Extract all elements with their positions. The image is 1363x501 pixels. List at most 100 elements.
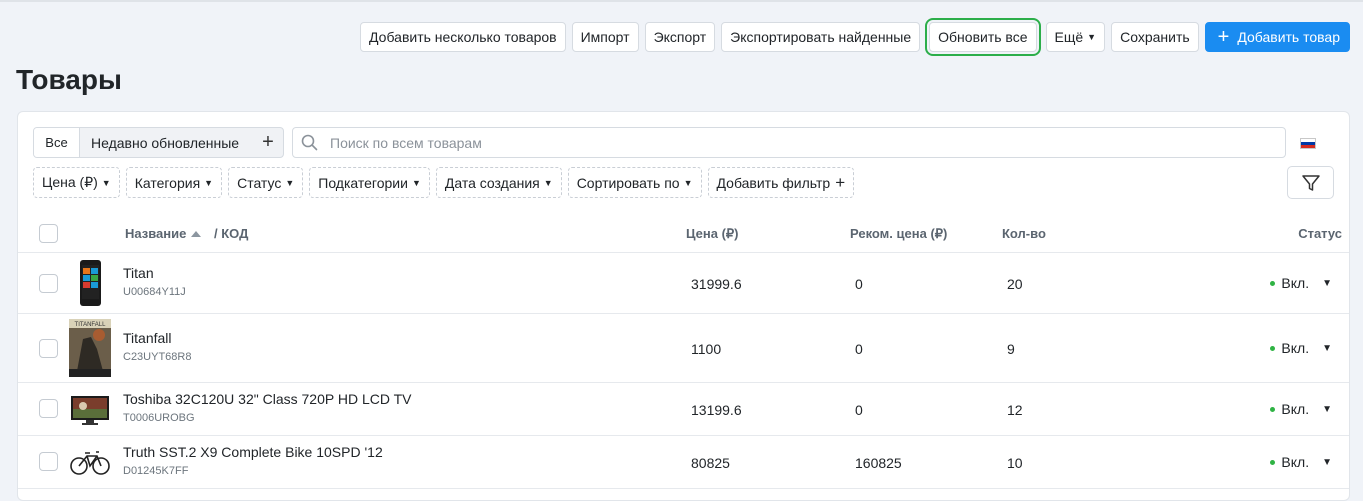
column-qty-header[interactable]: Кол-во bbox=[1002, 226, 1046, 241]
product-thumbnail[interactable] bbox=[69, 389, 111, 429]
product-code: C23UYT68R8 bbox=[123, 351, 192, 363]
funnel-icon bbox=[1301, 174, 1320, 191]
add-product-label: Добавить товар bbox=[1237, 29, 1340, 45]
page-title: Товары bbox=[16, 64, 122, 95]
export-button[interactable]: Экспорт bbox=[644, 22, 716, 52]
flag-stripe-red bbox=[1301, 145, 1315, 148]
status-dot-icon bbox=[1270, 280, 1276, 286]
table-header: Название / КОД Цена (₽) Реком. цена (₽) … bbox=[18, 212, 1349, 253]
row-checkbox[interactable] bbox=[39, 452, 58, 471]
product-rec-price[interactable]: 0 bbox=[855, 341, 863, 357]
chevron-down-icon: ▼ bbox=[411, 177, 421, 188]
filter-category[interactable]: Категория ▼ bbox=[125, 167, 223, 198]
status-label: Вкл. bbox=[1281, 454, 1310, 470]
add-tab-button[interactable]: + bbox=[253, 131, 283, 154]
column-price-header[interactable]: Цена (₽) bbox=[686, 226, 739, 242]
row-checkbox[interactable] bbox=[39, 274, 58, 293]
product-rec-price[interactable]: 160825 bbox=[855, 455, 902, 471]
product-name[interactable]: Titanfall bbox=[123, 330, 172, 346]
products-panel: Все Недавно обновленные + Цена (₽)▼ Кате… bbox=[17, 111, 1350, 501]
sort-by-label: Сортировать по bbox=[576, 174, 680, 191]
product-name[interactable]: Truth SST.2 X9 Complete Bike 10SPD '12 bbox=[123, 444, 383, 460]
view-tabs: Все Недавно обновленные + bbox=[33, 127, 284, 158]
product-name[interactable]: Titan bbox=[123, 265, 154, 281]
advanced-filter-button[interactable] bbox=[1287, 166, 1334, 199]
save-button[interactable]: Сохранить bbox=[1111, 22, 1199, 52]
tab-recently-updated[interactable]: Недавно обновленные bbox=[80, 135, 253, 151]
chevron-down-icon: ▼ bbox=[1087, 32, 1097, 42]
update-all-button[interactable]: Обновить все bbox=[925, 18, 1041, 56]
chevron-down-icon: ▼ bbox=[101, 177, 111, 188]
product-thumbnail[interactable] bbox=[69, 258, 111, 308]
product-name[interactable]: Toshiba 32C120U 32" Class 720P HD LCD TV bbox=[123, 391, 412, 407]
product-code: T0006UROBG bbox=[123, 412, 195, 424]
table-row[interactable]: Truth SST.2 X9 Complete Bike 10SPD '12 D… bbox=[18, 436, 1349, 489]
sort-asc-icon bbox=[191, 231, 202, 237]
product-qty[interactable]: 20 bbox=[1007, 276, 1023, 292]
filter-price[interactable]: Цена (₽) ▼ bbox=[33, 167, 120, 198]
chevron-down-icon: ▼ bbox=[285, 177, 295, 188]
tab-all[interactable]: Все bbox=[34, 128, 80, 157]
add-filter-label: Добавить фильтр bbox=[716, 174, 831, 191]
search-input[interactable] bbox=[328, 133, 1285, 152]
product-qty[interactable]: 9 bbox=[1007, 341, 1015, 357]
select-all-checkbox[interactable] bbox=[39, 224, 58, 243]
chevron-down-icon: ▼ bbox=[204, 177, 214, 188]
product-price[interactable]: 1100 bbox=[691, 341, 721, 357]
chevron-down-icon: ▼ bbox=[1322, 456, 1332, 468]
table-row[interactable]: Toshiba 32C120U 32" Class 720P HD LCD TV… bbox=[18, 383, 1349, 436]
action-toolbar: Добавить несколько товаров Импорт Экспор… bbox=[360, 18, 1350, 56]
column-status-header[interactable]: Статус bbox=[1298, 226, 1342, 241]
status-dropdown[interactable]: Вкл. ▼ bbox=[1270, 454, 1332, 470]
product-price[interactable]: 80825 bbox=[691, 455, 730, 471]
chevron-down-icon: ▼ bbox=[1322, 403, 1332, 415]
language-flag-icon[interactable] bbox=[1300, 138, 1316, 149]
status-label: Вкл. bbox=[1281, 275, 1310, 291]
add-multiple-products-button[interactable]: Добавить несколько товаров bbox=[360, 22, 566, 52]
product-qty[interactable]: 10 bbox=[1007, 455, 1023, 471]
product-rec-price[interactable]: 0 bbox=[855, 276, 863, 292]
product-rec-price[interactable]: 0 bbox=[855, 402, 863, 418]
column-code-header: / КОД bbox=[214, 226, 249, 241]
tv-image bbox=[69, 389, 111, 429]
row-checkbox[interactable] bbox=[39, 339, 58, 358]
chevron-down-icon: ▼ bbox=[1322, 342, 1332, 354]
product-code: U00684Y11J bbox=[123, 286, 186, 298]
product-price[interactable]: 13199.6 bbox=[691, 402, 742, 418]
table-row[interactable]: TITANFALL Titanfall C23UYT68R8 1100 0 9 … bbox=[18, 314, 1349, 383]
column-name-header[interactable]: Название bbox=[125, 226, 202, 241]
add-filter-button[interactable]: Добавить фильтр + bbox=[707, 167, 855, 198]
sort-by-dropdown[interactable]: Сортировать по ▼ bbox=[567, 167, 702, 198]
export-found-button[interactable]: Экспортировать найденные bbox=[721, 22, 921, 52]
status-dot-icon bbox=[1270, 406, 1276, 412]
product-price[interactable]: 31999.6 bbox=[691, 276, 742, 292]
column-rec-price-header[interactable]: Реком. цена (₽) bbox=[850, 226, 947, 242]
filter-created-label: Дата создания bbox=[444, 174, 540, 191]
table-row[interactable]: Titan U00684Y11J 31999.6 0 20 Вкл. ▼ bbox=[18, 253, 1349, 314]
search-icon bbox=[301, 134, 318, 151]
window-top-border bbox=[0, 0, 1363, 2]
filter-subcategories-label: Подкатегории bbox=[318, 174, 408, 191]
filter-subcategories[interactable]: Подкатегории ▼ bbox=[309, 167, 430, 198]
game-cover-image: TITANFALL bbox=[69, 319, 111, 377]
product-qty[interactable]: 12 bbox=[1007, 402, 1023, 418]
status-dropdown[interactable]: Вкл. ▼ bbox=[1270, 275, 1332, 291]
status-label: Вкл. bbox=[1281, 401, 1310, 417]
filter-created-date[interactable]: Дата создания ▼ bbox=[435, 167, 562, 198]
status-dropdown[interactable]: Вкл. ▼ bbox=[1270, 401, 1332, 417]
phone-image bbox=[69, 258, 111, 308]
status-dot-icon bbox=[1270, 345, 1276, 351]
import-button[interactable]: Импорт bbox=[571, 22, 639, 52]
filter-status-label: Статус bbox=[237, 174, 282, 191]
plus-icon: + bbox=[1217, 26, 1230, 48]
chevron-down-icon: ▼ bbox=[1322, 277, 1332, 289]
product-thumbnail[interactable]: TITANFALL bbox=[69, 319, 111, 377]
more-dropdown-button[interactable]: Ещё ▼ bbox=[1045, 22, 1106, 52]
bike-image bbox=[69, 442, 111, 482]
column-name-label: Название bbox=[125, 226, 187, 241]
status-dropdown[interactable]: Вкл. ▼ bbox=[1270, 340, 1332, 356]
row-checkbox[interactable] bbox=[39, 399, 58, 418]
add-product-button[interactable]: + Добавить товар bbox=[1204, 22, 1350, 52]
filter-status[interactable]: Статус ▼ bbox=[228, 167, 304, 198]
product-thumbnail[interactable] bbox=[69, 442, 111, 482]
